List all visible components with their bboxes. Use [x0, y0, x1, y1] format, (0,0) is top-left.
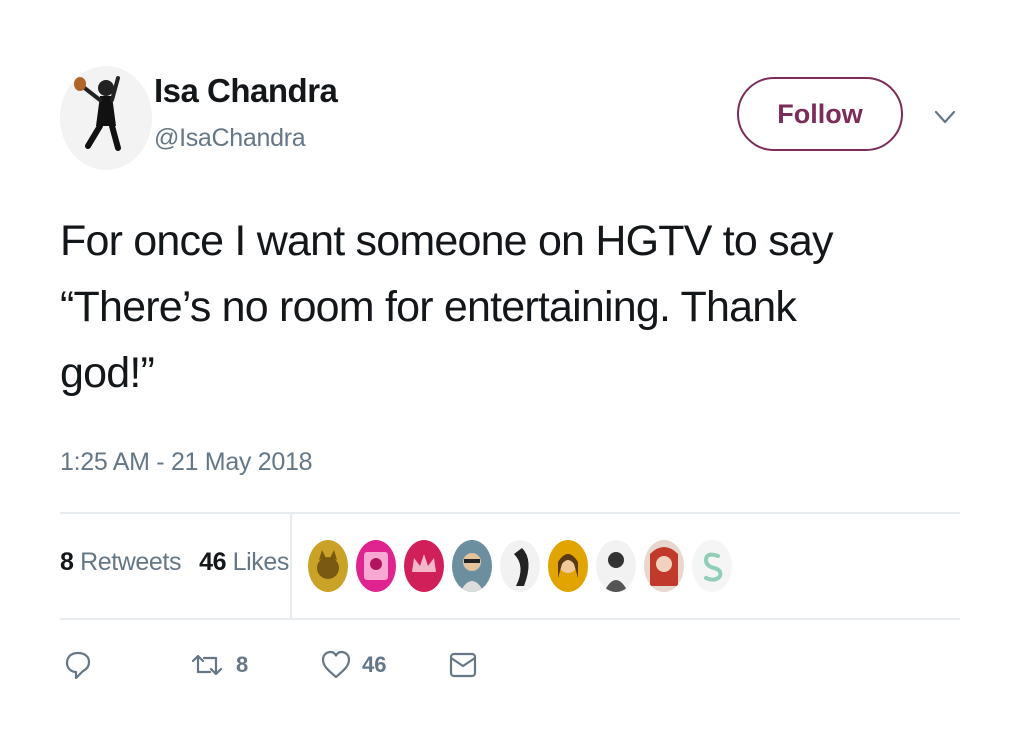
divider: [60, 512, 960, 514]
envelope-icon: [448, 648, 478, 682]
follow-button[interactable]: Follow: [737, 77, 903, 151]
sunglasses-avatar[interactable]: [452, 540, 492, 592]
chevron-down-icon[interactable]: [931, 106, 959, 128]
profile-avatar[interactable]: [60, 66, 152, 170]
tweet-text-line: For once I want someone on HGTV to say: [60, 217, 833, 265]
redhead-avatar[interactable]: [644, 540, 684, 592]
heart-icon: [320, 648, 352, 682]
retweets-label: Retweets: [80, 548, 182, 576]
tweet-text-line: god!”: [60, 349, 155, 397]
reply-icon: [64, 648, 92, 682]
likes-count: 46: [199, 548, 227, 576]
like-count: 46: [362, 652, 387, 677]
crown-avatar[interactable]: [404, 540, 444, 592]
letter-s-avatar[interactable]: [692, 540, 732, 592]
user-handle[interactable]: @IsaChandra: [154, 124, 306, 153]
silhouette-avatar[interactable]: [500, 540, 540, 592]
retweet-count: 8: [236, 652, 249, 677]
like-button[interactable]: 46: [320, 648, 386, 682]
likes-label: Likes: [232, 548, 290, 576]
message-button[interactable]: [448, 648, 478, 682]
monochrome-avatar[interactable]: [596, 540, 636, 592]
display-name[interactable]: Isa Chandra: [154, 72, 338, 110]
tweet-stats: 8 Retweets 46 Likes: [60, 548, 289, 577]
tweet-text-line: “There’s no room for entertaining. Thank: [60, 283, 797, 331]
reply-button[interactable]: [64, 648, 92, 682]
stats-separator: [290, 514, 292, 618]
tweet-text: For once I want someone on HGTV to say “…: [60, 208, 940, 406]
tweet-timestamp[interactable]: 1:25 AM - 21 May 2018: [60, 448, 312, 477]
cat-avatar[interactable]: [308, 540, 348, 592]
pink-portrait-avatar[interactable]: [356, 540, 396, 592]
retweet-button[interactable]: 8: [188, 648, 248, 682]
woman-yellow-avatar[interactable]: [548, 540, 588, 592]
likes-stat[interactable]: 46 Likes: [199, 548, 289, 577]
liker-avatars: [308, 540, 732, 592]
divider: [60, 618, 960, 620]
retweets-stat[interactable]: 8 Retweets: [60, 548, 181, 577]
retweets-count: 8: [60, 548, 74, 576]
retweet-icon: [188, 648, 226, 682]
